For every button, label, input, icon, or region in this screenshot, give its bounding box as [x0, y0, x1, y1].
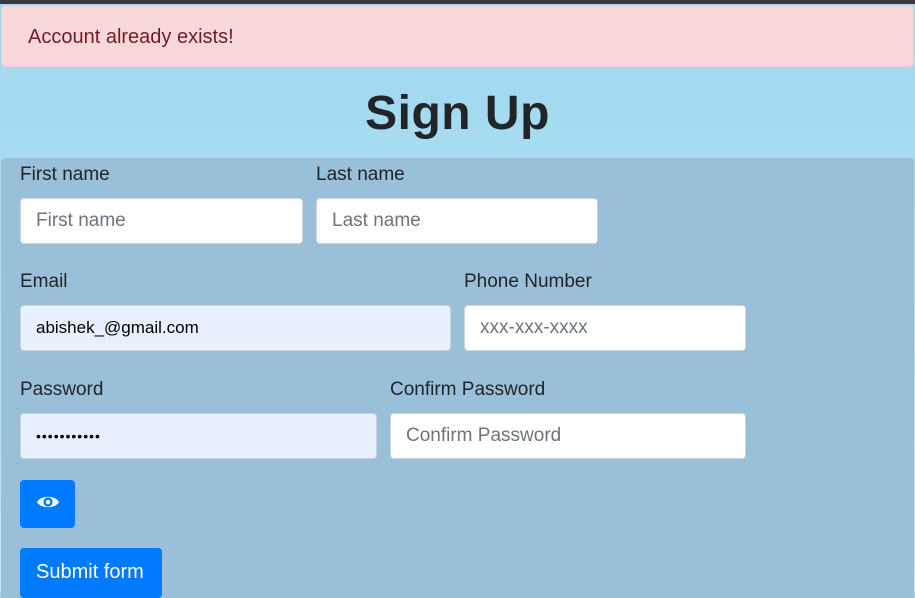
first-name-input[interactable]: First name	[20, 198, 303, 244]
page-title: Sign Up	[365, 87, 550, 140]
first-name-label: First name	[20, 164, 110, 185]
phone-label: Phone Number	[464, 271, 592, 292]
submit-button[interactable]: Submit form	[20, 548, 162, 598]
password-label: Password	[20, 379, 104, 400]
browser-top-edge	[0, 0, 915, 4]
confirm-password-input[interactable]: Confirm Password	[390, 413, 746, 459]
last-name-label: Last name	[316, 164, 405, 185]
password-input[interactable]: •••••••••••	[20, 413, 377, 459]
last-name-input[interactable]: Last name	[316, 198, 598, 244]
confirm-password-label: Confirm Password	[390, 379, 546, 400]
eye-icon	[36, 493, 60, 516]
phone-input[interactable]: xxx-xxx-xxxx	[464, 305, 746, 351]
email-label: Email	[20, 271, 68, 292]
alert-message: Account already exists!	[28, 26, 234, 48]
email-input[interactable]: abishek_@gmail.com	[20, 305, 451, 351]
error-alert: Account already exists!	[1, 5, 914, 67]
show-password-button[interactable]	[20, 480, 75, 528]
